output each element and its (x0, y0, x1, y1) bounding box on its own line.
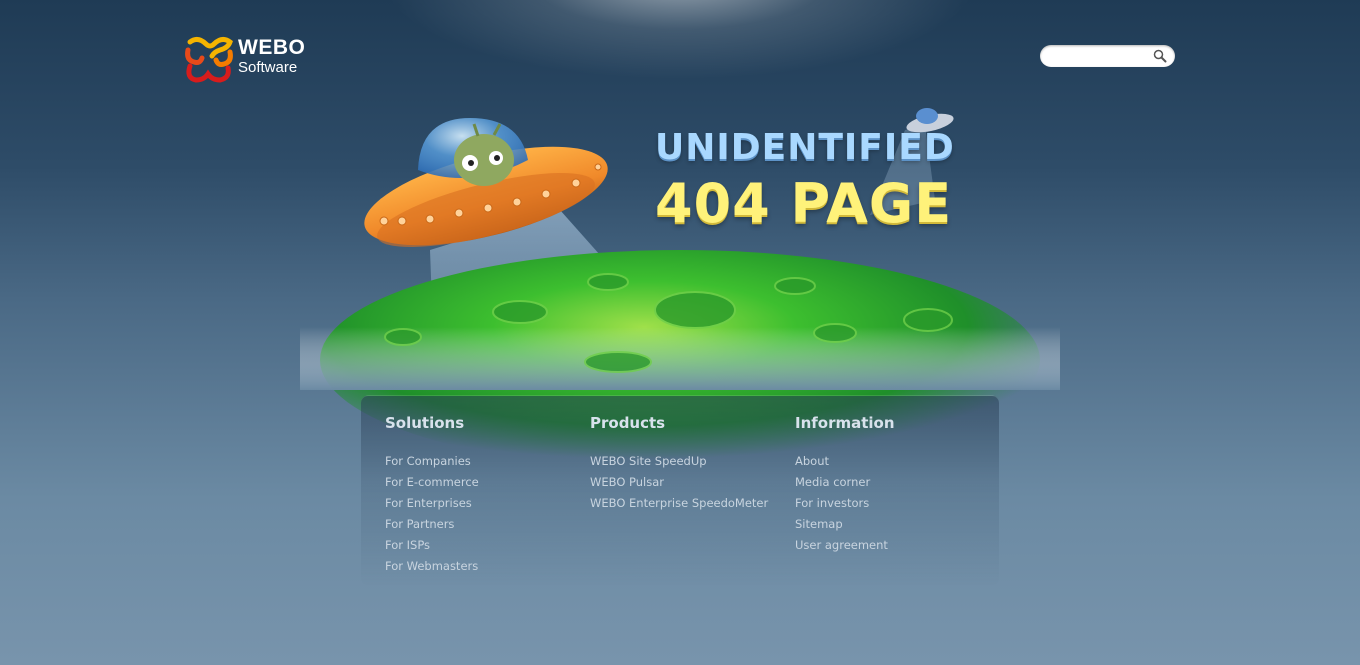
link-user-agreement[interactable]: User agreement (795, 538, 888, 552)
link-sitemap[interactable]: Sitemap (795, 517, 843, 531)
footer-column-solutions: Solutions For Companies For E-commerce F… (385, 414, 585, 576)
link-media-corner[interactable]: Media corner (795, 475, 870, 489)
link-webo-enterprise-speedometer[interactable]: WEBO Enterprise SpeedoMeter (590, 496, 768, 510)
footer-links-panel: Solutions For Companies For E-commerce F… (361, 395, 999, 586)
link-webo-pulsar[interactable]: WEBO Pulsar (590, 475, 664, 489)
footer-column-information: Information About Media corner For inves… (795, 414, 995, 555)
column-title-products: Products (590, 414, 666, 432)
link-for-isps[interactable]: For ISPs (385, 538, 430, 552)
footer-column-products: Products WEBO Site SpeedUp WEBO Pulsar W… (590, 414, 790, 513)
column-title-information: Information (795, 414, 895, 432)
link-about[interactable]: About (795, 454, 829, 468)
column-title-solutions: Solutions (385, 414, 465, 432)
headline-404-page: 404 PAGE (655, 172, 953, 235)
link-for-webmasters[interactable]: For Webmasters (385, 559, 478, 573)
link-for-companies[interactable]: For Companies (385, 454, 471, 468)
link-webo-site-speedup[interactable]: WEBO Site SpeedUp (590, 454, 707, 468)
headline-unidentified: UNIDENTIFIED (655, 127, 955, 168)
link-for-e-commerce[interactable]: For E-commerce (385, 475, 479, 489)
link-for-partners[interactable]: For Partners (385, 517, 454, 531)
link-for-investors[interactable]: For investors (795, 496, 869, 510)
link-for-enterprises[interactable]: For Enterprises (385, 496, 472, 510)
